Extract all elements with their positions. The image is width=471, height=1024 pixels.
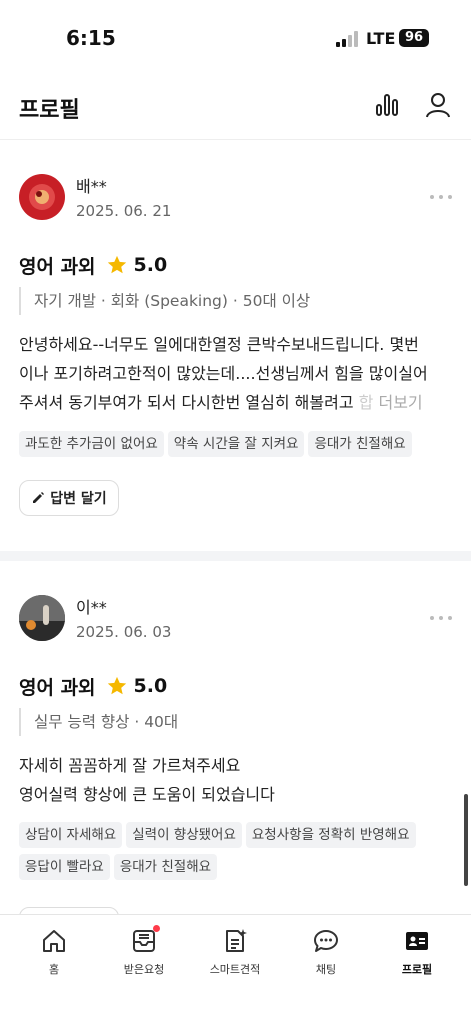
- review-tag: 과도한 추가금이 없어요: [19, 431, 164, 457]
- tab-received-requests[interactable]: 받은요청: [99, 925, 189, 983]
- reviewer-name: 이**: [76, 598, 107, 617]
- review-meta: 실무 능력 향상 · 40대: [19, 708, 178, 736]
- account-button[interactable]: [423, 90, 453, 120]
- star-icon: [107, 676, 126, 695]
- more-options-icon[interactable]: [428, 611, 454, 625]
- chat-icon: [314, 930, 338, 952]
- scrollbar[interactable]: [464, 794, 468, 886]
- section-divider: [0, 551, 471, 561]
- avatar: [19, 595, 65, 641]
- reply-button[interactable]: [19, 907, 119, 914]
- service-rating-row: 영어 과외 5.0: [19, 671, 167, 701]
- pencil-icon: [33, 492, 45, 503]
- smart-quote-icon: [226, 929, 247, 952]
- status-bar: 6:15 LTE 96: [0, 0, 471, 70]
- app-header: 프로필: [0, 70, 471, 140]
- review-tag: 요청사항을 정확히 반영해요: [245, 822, 416, 848]
- battery-icon: 96: [399, 29, 429, 47]
- tab-label: 받은요청: [123, 963, 165, 976]
- status-time: 6:15: [66, 26, 116, 50]
- profile-card-icon: [406, 932, 428, 950]
- reviewer-name: 배**: [76, 177, 107, 196]
- review-tag: 상담이 자세해요: [19, 822, 123, 848]
- more-options-icon[interactable]: [428, 190, 454, 204]
- tab-chat[interactable]: 채팅: [281, 927, 371, 983]
- notification-dot: [153, 925, 160, 932]
- tab-label: 홈: [48, 963, 60, 976]
- review-list[interactable]: 배** 2025. 06. 21 영어 과외 5.0 자기 개발 · 회화 (S…: [0, 140, 471, 914]
- bottom-tab-bar: 홈 받은요청 스마트견적 채팅 프로필: [0, 914, 471, 1024]
- service-title: 영어 과외: [19, 255, 96, 278]
- user-icon: [426, 93, 450, 118]
- stats-button[interactable]: [372, 90, 402, 120]
- review-tag: 응답이 빨라요: [19, 854, 110, 880]
- home-icon: [43, 930, 65, 952]
- tab-home[interactable]: 홈: [9, 927, 99, 983]
- avatar: [19, 174, 65, 220]
- review-text: 안녕하세요--너무도 일에대한열정 큰박수보내드립니다. 몇번 이나 포기하려고…: [19, 330, 459, 417]
- review-text-line: 주셔셔 동기부여가 되서 다시한번 열심히 해볼려고 합 더보기: [19, 393, 423, 412]
- rating-value: 5.0: [133, 675, 168, 697]
- reply-button[interactable]: 답변 달기: [19, 480, 119, 516]
- tab-profile[interactable]: 프로필: [372, 927, 462, 983]
- review-card: 이** 2025. 06. 03 영어 과외 5.0 실무 능력 향상 · 40…: [0, 561, 471, 914]
- page-title: 프로필: [19, 98, 80, 123]
- review-tag: 실력이 향상됐어요: [126, 822, 242, 848]
- review-text-line: 안녕하세요--너무도 일에대한열정 큰박수보내드립니다. 몇번: [19, 335, 419, 354]
- review-text-line: 이나 포기하려고한적이 많았는데....선생님께서 힘을 많이실어: [19, 364, 428, 383]
- review-date: 2025. 06. 21: [76, 202, 172, 220]
- signal-icon: [336, 31, 358, 47]
- faded-text: 합: [358, 393, 374, 412]
- review-card: 배** 2025. 06. 21 영어 과외 5.0 자기 개발 · 회화 (S…: [0, 140, 471, 550]
- review-text-line: 자세히 꼼꼼하게 잘 가르쳐주세요: [19, 756, 241, 775]
- review-tag: 응대가 친절해요: [308, 431, 412, 457]
- tag-list: 상담이 자세해요 실력이 향상됐어요 요청사항을 정확히 반영해요응답이 빨라요 응대…: [19, 822, 459, 886]
- review-text-line: 영어실력 향상에 큰 도움이 되었습니다: [19, 785, 275, 804]
- reply-button-label: 답변 달기: [50, 491, 107, 507]
- review-text: 자세히 꼼꼼하게 잘 가르쳐주세요 영어실력 향상에 큰 도움이 되었습니다: [19, 751, 459, 809]
- star-icon: [107, 255, 126, 274]
- review-tag: 응대가 친절해요: [113, 854, 218, 880]
- tab-smart-quote[interactable]: 스마트견적: [190, 927, 280, 983]
- network-type: LTE: [366, 29, 396, 48]
- review-tag: 약속 시간을 잘 지켜요: [167, 431, 305, 457]
- rating-value: 5.0: [133, 254, 168, 276]
- bar-chart-icon: [376, 94, 398, 116]
- tab-label: 프로필: [401, 963, 433, 976]
- review-date: 2025. 06. 03: [76, 623, 172, 641]
- review-meta: 자기 개발 · 회화 (Speaking) · 50대 이상: [19, 287, 310, 315]
- tag-list: 과도한 추가금이 없어요 약속 시간을 잘 지켜요 응대가 친절해요: [19, 431, 459, 463]
- tab-label: 채팅: [315, 963, 337, 976]
- more-link[interactable]: 더보기: [378, 393, 422, 412]
- service-rating-row: 영어 과외 5.0: [19, 250, 167, 280]
- service-title: 영어 과외: [19, 676, 96, 699]
- tab-label: 스마트견적: [209, 963, 261, 976]
